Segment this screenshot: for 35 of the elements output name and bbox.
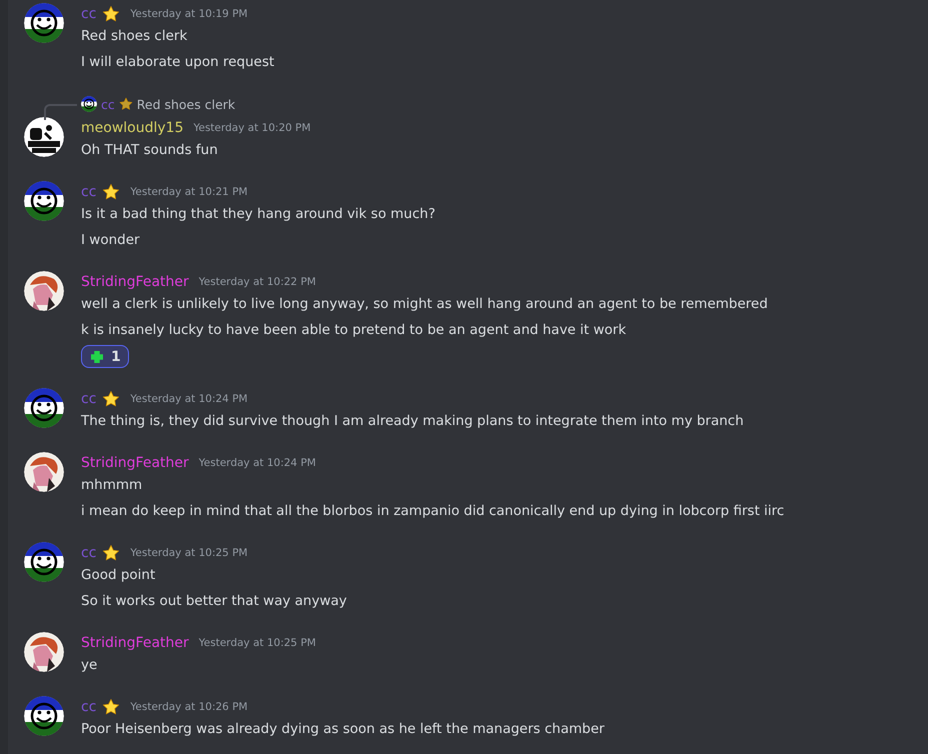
message-text: well a clerk is unlikely to live long anyway, so might as well hang around an agent to be remembered	[81, 295, 768, 314]
username[interactable]: cc	[81, 6, 96, 22]
reaction-button[interactable]: 1	[81, 345, 129, 368]
username[interactable]: StridingFeather	[81, 274, 189, 290]
message-text: Red shoes clerk	[81, 27, 188, 46]
timestamp: Yesterday at 10:21 PM	[130, 186, 248, 198]
username[interactable]: meowloudly15	[81, 120, 184, 136]
message-text: Oh THAT sounds fun	[81, 141, 219, 160]
message-text: k is insanely lucky to have been able to pretend to be an agent and have it work	[81, 321, 628, 340]
username[interactable]: cc	[81, 184, 96, 200]
message-text: I will elaborate upon request	[81, 53, 274, 72]
username[interactable]: StridingFeather	[81, 455, 189, 471]
message-text: Poor Heisenberg was already dying as soon as he left the managers chamber	[81, 720, 604, 739]
message-text: The thing is, they did survive though I am already making plans to integrate them into my branch	[81, 412, 744, 431]
reply-author[interactable]: cc	[101, 96, 115, 112]
reply-preview[interactable]: Red shoes clerk	[136, 96, 236, 112]
timestamp: Yesterday at 10:25 PM	[130, 547, 248, 559]
username[interactable]: cc	[81, 391, 96, 407]
message-text: I wonder	[81, 231, 141, 250]
message-text: Is it a bad thing that they hang around vik so much?	[81, 205, 436, 224]
timestamp: Yesterday at 10:22 PM	[198, 276, 316, 288]
timestamp: Yesterday at 10:24 PM	[198, 457, 316, 469]
timestamp: Yesterday at 10:19 PM	[130, 8, 248, 20]
timestamp: Yesterday at 10:20 PM	[193, 122, 311, 134]
timestamp: Yesterday at 10:25 PM	[198, 637, 316, 649]
message-text: So it works out better that way anyway	[81, 592, 347, 611]
message-text: ye	[81, 656, 98, 675]
message-text: i mean do keep in mind that all the blorbos in zampanio did canonically end up dying in lobcorp first iirc	[81, 502, 784, 521]
message-text: mhmmm	[81, 476, 144, 495]
message-text: Good point	[81, 566, 156, 585]
username[interactable]: cc	[81, 545, 96, 561]
timestamp: Yesterday at 10:26 PM	[130, 701, 248, 713]
username[interactable]: cc	[81, 699, 96, 715]
timestamp: Yesterday at 10:24 PM	[130, 393, 248, 405]
username[interactable]: StridingFeather	[81, 635, 189, 651]
